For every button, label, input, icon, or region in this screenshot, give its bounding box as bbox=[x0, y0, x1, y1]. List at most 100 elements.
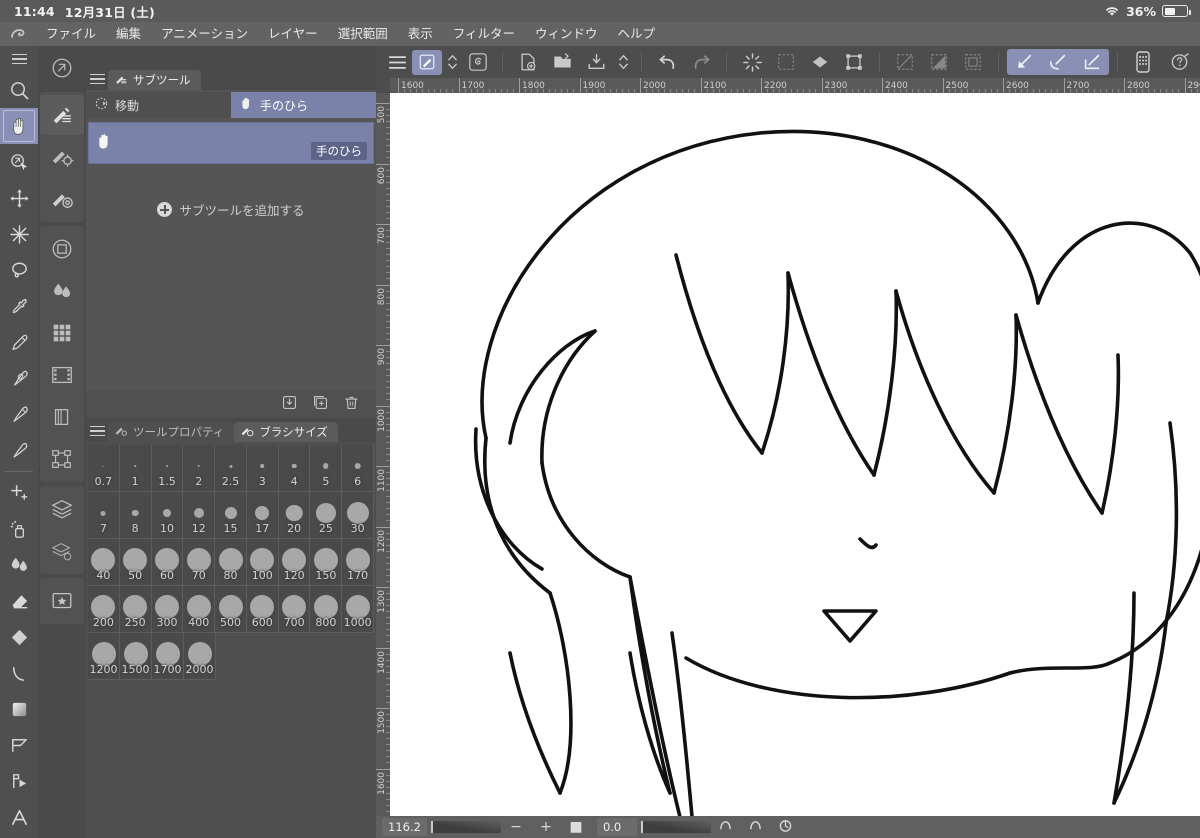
open-folder-icon[interactable] bbox=[545, 52, 579, 72]
menu-animation[interactable]: アニメーション bbox=[151, 22, 258, 46]
tool-eraser[interactable] bbox=[0, 583, 38, 619]
tool-fill[interactable] bbox=[0, 619, 38, 655]
redo-arrow-icon[interactable] bbox=[684, 53, 718, 72]
tab-tool-property[interactable]: ツールプロパティ bbox=[108, 422, 235, 442]
save-preset-icon[interactable] bbox=[281, 394, 298, 415]
zoom-in-button[interactable]: + bbox=[531, 819, 561, 835]
brush-size-cell[interactable]: 6 bbox=[342, 445, 375, 492]
palette-animation-timeline[interactable] bbox=[40, 355, 84, 395]
rotation-slider[interactable] bbox=[640, 821, 711, 833]
tool-switch-chevrons-icon[interactable] bbox=[442, 53, 462, 71]
menu-help[interactable]: ヘルプ bbox=[608, 22, 666, 46]
brush-size-cell[interactable]: 12 bbox=[183, 492, 216, 539]
snap-curve-icon[interactable] bbox=[1041, 52, 1075, 72]
subtool-group-move[interactable]: 移動 bbox=[86, 92, 231, 118]
brush-size-cell[interactable]: 700 bbox=[278, 586, 311, 633]
zoom-reset-button[interactable]: ■ bbox=[561, 819, 591, 835]
brush-size-cell[interactable]: 17 bbox=[246, 492, 279, 539]
transform-handles-icon[interactable] bbox=[837, 52, 871, 72]
zoom-slider[interactable] bbox=[430, 821, 501, 833]
subtool-group-hand[interactable]: 手のひら bbox=[231, 92, 376, 118]
duplicate-subtool-icon[interactable] bbox=[312, 394, 329, 415]
menu-view[interactable]: 表示 bbox=[398, 22, 443, 46]
clip-studio-paint-logo-icon[interactable] bbox=[0, 26, 36, 42]
brush-size-cell[interactable]: 1 bbox=[119, 445, 152, 492]
tool-blend[interactable] bbox=[0, 547, 38, 583]
brush-size-cell[interactable]: 25 bbox=[310, 492, 343, 539]
tool-spray-can[interactable] bbox=[0, 511, 38, 547]
diamond-fill-icon[interactable] bbox=[803, 52, 837, 72]
tool-frame-border[interactable] bbox=[0, 763, 38, 799]
zoom-out-button[interactable]: − bbox=[501, 819, 531, 835]
main-menu-icon[interactable] bbox=[382, 55, 412, 69]
brush-size-cell[interactable]: 1000 bbox=[342, 586, 375, 633]
tablet-device-icon[interactable] bbox=[1126, 51, 1160, 73]
brush-size-cell[interactable]: 1.5 bbox=[151, 445, 184, 492]
tool-palette-menu-button[interactable] bbox=[0, 46, 38, 72]
tab-brush-size[interactable]: ブラシサイズ bbox=[234, 422, 338, 442]
deselect-dotted-icon[interactable] bbox=[888, 52, 922, 72]
brush-size-cell[interactable]: 300 bbox=[151, 586, 184, 633]
menu-layer[interactable]: レイヤー bbox=[258, 22, 328, 46]
tool-lasso-select[interactable] bbox=[0, 252, 38, 288]
tool-operation[interactable] bbox=[0, 144, 38, 180]
quick-access-icon[interactable] bbox=[462, 52, 494, 72]
snap-diagonal-arrow-icon[interactable] bbox=[1007, 52, 1041, 72]
canvas[interactable] bbox=[390, 93, 1200, 838]
brush-size-cell[interactable]: 2.5 bbox=[215, 445, 247, 492]
brush-size-cell[interactable]: 170 bbox=[342, 539, 375, 586]
tool-hand[interactable] bbox=[0, 108, 38, 144]
brush-size-cell[interactable]: 150 bbox=[310, 539, 343, 586]
tool-figure[interactable] bbox=[0, 727, 38, 763]
brush-size-cell[interactable]: 10 bbox=[151, 492, 184, 539]
reset-rotation-button[interactable] bbox=[771, 818, 801, 837]
vertical-ruler[interactable]: 500 600 700 800 900 1000 1100 1200 1300 1400 1500 1… bbox=[376, 93, 390, 838]
palette-tool-property[interactable] bbox=[40, 137, 84, 177]
tool-pencil[interactable] bbox=[0, 324, 38, 360]
save-download-icon[interactable] bbox=[579, 52, 613, 72]
palette-page-manager[interactable] bbox=[40, 397, 84, 437]
brush-size-cell[interactable]: 15 bbox=[215, 492, 247, 539]
brush-size-cell[interactable]: 2 bbox=[183, 445, 216, 492]
menu-edit[interactable]: 編集 bbox=[106, 22, 151, 46]
palette-material[interactable] bbox=[40, 581, 84, 621]
horizontal-ruler[interactable]: 1600 1700 1800 1900 2000 2100 2200 2300 2400 2500… bbox=[390, 78, 1200, 93]
add-subtool-button[interactable]: サブツールを追加する bbox=[86, 200, 376, 219]
brush-size-cell[interactable]: 1500 bbox=[120, 633, 152, 680]
menu-file[interactable]: ファイル bbox=[36, 22, 106, 46]
brush-size-cell[interactable]: 500 bbox=[215, 586, 247, 633]
brush-size-cell[interactable]: 1700 bbox=[152, 633, 184, 680]
invert-selection-icon[interactable] bbox=[922, 52, 956, 72]
brush-size-cell[interactable]: 3 bbox=[246, 445, 279, 492]
palette-sub-tool[interactable] bbox=[40, 95, 84, 135]
tool-decoration[interactable] bbox=[0, 432, 38, 468]
brush-size-cell[interactable]: 120 bbox=[278, 539, 311, 586]
brush-size-cell[interactable]: 80 bbox=[215, 539, 247, 586]
brush-size-menu-button[interactable] bbox=[86, 420, 108, 442]
palette-node[interactable] bbox=[40, 439, 84, 479]
tool-auto-select[interactable] bbox=[0, 216, 38, 252]
palette-layer-property[interactable] bbox=[40, 531, 84, 571]
brush-size-cell[interactable]: 100 bbox=[246, 539, 279, 586]
palette-layer[interactable] bbox=[40, 489, 84, 529]
brush-size-cell[interactable]: 250 bbox=[119, 586, 152, 633]
tool-move-layer[interactable] bbox=[0, 180, 38, 216]
palette-color-circle[interactable] bbox=[40, 229, 84, 269]
selection-border-icon[interactable] bbox=[956, 52, 990, 72]
show-tool-palette-icon[interactable] bbox=[412, 49, 442, 75]
question-bubble-icon[interactable] bbox=[1160, 52, 1200, 73]
sunburst-clear-icon[interactable] bbox=[735, 52, 769, 73]
tool-airbrush[interactable] bbox=[0, 396, 38, 432]
undo-arrow-icon[interactable] bbox=[650, 53, 684, 72]
delete-subtool-icon[interactable] bbox=[343, 394, 360, 415]
brush-size-cell[interactable]: 2000 bbox=[184, 633, 216, 680]
menu-filter[interactable]: フィルター bbox=[443, 22, 525, 46]
brush-size-cell[interactable]: 8 bbox=[119, 492, 152, 539]
brush-size-cell[interactable]: 200 bbox=[88, 586, 120, 633]
rotate-ccw-button[interactable] bbox=[711, 819, 741, 836]
fill-dotted-square-icon[interactable] bbox=[769, 52, 803, 72]
brush-size-cell[interactable]: 50 bbox=[119, 539, 152, 586]
rotation-value-field[interactable]: 0.0 bbox=[596, 818, 637, 836]
subtool-item-hand[interactable]: 手のひら bbox=[88, 122, 374, 164]
zoom-value-field[interactable]: 116.2 bbox=[382, 818, 427, 836]
